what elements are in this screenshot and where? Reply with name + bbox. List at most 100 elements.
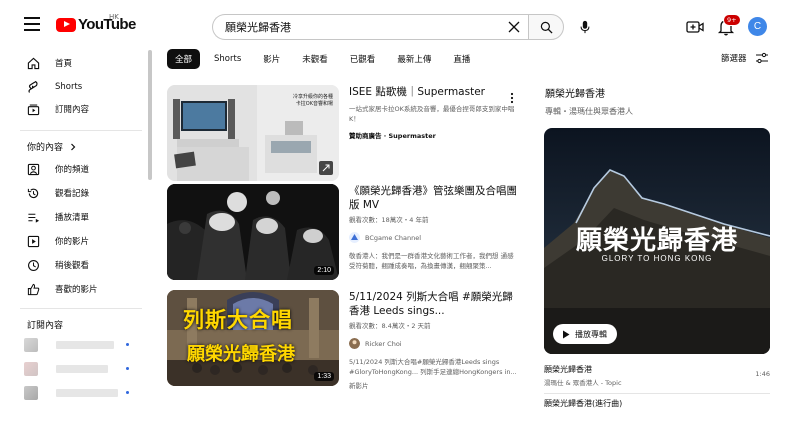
result-title[interactable]: 《願榮光歸香港》管弦樂團及合唱團版 MV xyxy=(349,184,519,212)
chevron-right-icon xyxy=(71,143,76,150)
album-track-item[interactable]: 願榮光歸香港(進行曲) xyxy=(544,398,770,409)
region-code: HK xyxy=(109,13,119,21)
thumb-overlay-text: 願榮光歸香港 xyxy=(187,344,295,365)
result-info: 5/11/2024 列斯大合唱 #願榮光歸香港 Leeds sings... 觀… xyxy=(349,290,519,391)
more-options-icon[interactable] xyxy=(508,91,516,105)
sidebar-item-subscriptions[interactable]: 訂閱內容 xyxy=(20,98,140,120)
sidebar-item-playlists[interactable]: 播放清單 xyxy=(20,206,140,228)
result-title[interactable]: 5/11/2024 列斯大合唱 #願榮光歸香港 Leeds sings... xyxy=(349,290,519,318)
track-duration: 1:46 xyxy=(755,370,770,378)
filters-button[interactable]: 篩選器 xyxy=(721,52,769,64)
channel-avatar xyxy=(349,232,360,243)
sidebar-item-label: 喜歡的影片 xyxy=(55,285,98,295)
thumb-overlay-text: 列斯大合唱 xyxy=(183,308,293,332)
album-art-title: 願榮光歸香港 xyxy=(575,226,738,256)
search-input[interactable] xyxy=(225,20,495,34)
album-art-card[interactable]: 願榮光歸香港 GLORY TO HONG KONG 播放專輯 xyxy=(544,128,770,354)
sidebar-item-label: Shorts xyxy=(55,82,83,92)
chip-unwatched[interactable]: 未觀看 xyxy=(294,49,336,69)
result-info: 《願榮光歸香港》管弦樂團及合唱團版 MV 觀看次數：18萬次・4 年前 BCga… xyxy=(349,184,519,271)
result-thumbnail[interactable]: 2:10 xyxy=(167,184,339,280)
track-title: 願榮光歸香港(進行曲) xyxy=(544,399,623,408)
search-result-video: 列斯大合唱 願榮光歸香港 1:33 5/11/2024 列斯大合唱 #願榮光歸香… xyxy=(167,290,527,390)
chip-live[interactable]: 直播 xyxy=(445,49,478,69)
watch-later-icon xyxy=(27,259,39,271)
external-link-icon[interactable] xyxy=(319,161,333,175)
new-video-badge: 新影片 xyxy=(349,382,369,390)
result-views-age: 觀看次數：8.4萬次・2 天前 xyxy=(349,322,431,330)
create-video-icon[interactable] xyxy=(685,17,705,37)
album-track-item[interactable]: 願榮光歸香港 湯瑪仕 & 眾香港人 - Topic 1:46 xyxy=(544,364,770,387)
notification-badge: 9+ xyxy=(723,14,741,26)
result-channel[interactable]: BCgame Channel xyxy=(349,232,519,243)
video-duration: 2:10 xyxy=(314,266,334,275)
subscription-channel-item[interactable] xyxy=(24,386,129,400)
channel-avatar xyxy=(24,362,38,376)
chip-all[interactable]: 全部 xyxy=(167,49,201,69)
sidebar-item-shorts[interactable]: Shorts xyxy=(20,76,140,98)
result-info: ISEE 點歌機｜Supermaster 一站式家居卡拉OK系統及音響，最優合捏… xyxy=(349,85,519,140)
search-button[interactable] xyxy=(528,14,564,40)
account-avatar[interactable]: C xyxy=(748,17,767,36)
menu-icon[interactable] xyxy=(24,17,40,31)
youtube-logo[interactable]: YouTube HK xyxy=(56,13,136,33)
video-duration: 1:33 xyxy=(314,372,334,381)
chip-recently-uploaded[interactable]: 最新上傳 xyxy=(389,49,439,69)
play-album-button[interactable]: 播放專輯 xyxy=(553,324,617,344)
track-title: 願榮光歸香港 xyxy=(544,365,592,374)
your-videos-icon xyxy=(27,235,39,247)
filter-chips-bar: 全部 Shorts 影片 未觀看 已觀看 最新上傳 直播 xyxy=(167,49,484,69)
sidebar-item-history[interactable]: 觀看記錄 xyxy=(20,182,140,204)
history-icon xyxy=(27,188,38,198)
sidebar-scrollbar[interactable] xyxy=(148,50,152,180)
result-views-age: 觀看次數：18萬次・4 年前 xyxy=(349,216,429,224)
result-thumbnail[interactable]: 冷享升級你的各種 卡拉OK音響和場 xyxy=(167,85,339,181)
sidebar-item-label: 觀看記錄 xyxy=(55,189,90,199)
subscription-channel-item[interactable] xyxy=(24,362,129,376)
result-channel[interactable]: Ricker Choi xyxy=(349,338,519,349)
youtube-play-icon xyxy=(56,17,76,32)
filter-sliders-icon xyxy=(755,52,768,64)
sidebar-item-your-videos[interactable]: 你的影片 xyxy=(20,230,140,252)
chip-shorts[interactable]: Shorts xyxy=(206,49,249,69)
clear-icon[interactable] xyxy=(506,19,522,35)
album-title[interactable]: 願榮光歸香港 xyxy=(545,85,605,100)
filters-label: 篩選器 xyxy=(721,54,747,64)
home-icon xyxy=(27,57,39,69)
search-result-video: 2:10 《願榮光歸香港》管弦樂團及合唱團版 MV 觀看次數：18萬次・4 年前… xyxy=(167,184,527,280)
album-art-subtitle: GLORY TO HONG KONG xyxy=(601,254,713,263)
chip-videos[interactable]: 影片 xyxy=(255,49,288,69)
track-divider xyxy=(544,393,770,394)
sponsor-label: 贊助商廣告 · Supermaster xyxy=(349,130,519,140)
sidebar-item-your-channel[interactable]: 你的頻道 xyxy=(20,158,140,180)
sidebar-item-watch-later[interactable]: 稍後觀看 xyxy=(20,254,140,276)
subscriptions-section-heading: 訂閱內容 xyxy=(27,318,63,331)
result-thumbnail[interactable]: 列斯大合唱 願榮光歸香港 1:33 xyxy=(167,290,339,386)
protesters-image xyxy=(167,184,339,280)
channel-name: BCgame Channel xyxy=(365,233,422,242)
channel-avatar xyxy=(24,338,38,352)
liked-icon xyxy=(27,283,39,295)
channel-avatar xyxy=(24,386,38,400)
channel-name xyxy=(56,389,118,397)
sidebar-item-liked-videos[interactable]: 喜歡的影片 xyxy=(20,278,140,300)
chip-watched[interactable]: 已觀看 xyxy=(342,49,384,69)
result-description: 敬香港人：我們是一群香港文化藝術工作者，我們想 通感受符菊聽，翹踵成奏唱，為換畫… xyxy=(349,252,514,270)
voice-search-button[interactable] xyxy=(574,16,596,38)
play-album-label: 播放專輯 xyxy=(575,329,607,339)
sidebar-item-home[interactable]: 首頁 xyxy=(20,52,140,74)
ad-thumb-text: 冷享升級你的各種 xyxy=(292,94,333,100)
new-content-dot xyxy=(126,343,129,346)
sponsor-text: 贊助商廣告 · Supermaster xyxy=(349,132,436,140)
search-box xyxy=(212,14,528,40)
search-result-ad: 冷享升級你的各種 卡拉OK音響和場 ISEE 點歌機｜Supermaster 一… xyxy=(167,85,527,181)
result-title[interactable]: ISEE 點歌機｜Supermaster xyxy=(349,85,519,99)
sidebar-item-label: 你的影片 xyxy=(55,237,90,247)
new-content-dot xyxy=(126,367,129,370)
channel-name xyxy=(56,341,114,349)
you-section-heading[interactable]: 你的內容 xyxy=(27,140,77,153)
mic-icon xyxy=(580,20,590,34)
new-content-dot xyxy=(126,391,129,394)
subscription-channel-item[interactable] xyxy=(24,338,129,352)
channel-icon xyxy=(27,163,39,175)
